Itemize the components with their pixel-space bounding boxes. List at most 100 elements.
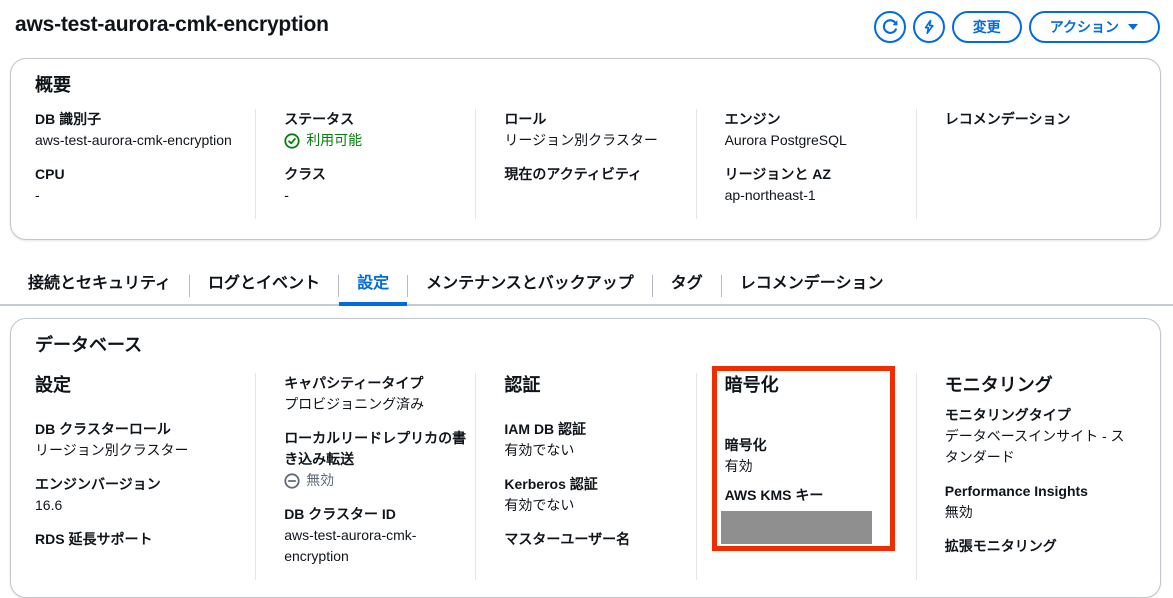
field-master-username: マスターユーザー名 xyxy=(504,529,695,550)
overview-panel: 概要 DB 識別子 aws-test-aurora-cmk-encryption… xyxy=(10,58,1161,240)
status-text: 利用可能 xyxy=(306,132,363,148)
field-current-activity: 現在のアクティビティ xyxy=(504,164,695,185)
field-value: aws-test-aurora-cmk-encryption xyxy=(35,132,232,148)
disabled-minus-icon xyxy=(284,472,300,489)
field-kerberos-auth: Kerberos 認証 有効でない xyxy=(504,474,695,516)
field-label: DB 識別子 xyxy=(35,111,102,127)
field-label: RDS 延長サポート xyxy=(35,531,153,547)
field-label: DB クラスター ID xyxy=(284,506,396,522)
overview-columns: DB 識別子 aws-test-aurora-cmk-encryption CP… xyxy=(35,109,1136,219)
tab-logs-events[interactable]: ログとイベント xyxy=(190,266,338,306)
field-label: レコメンデーション xyxy=(944,111,1071,127)
tab-tags[interactable]: タグ xyxy=(653,266,721,306)
database-heading: データベース xyxy=(35,335,143,355)
field-label: クラス xyxy=(284,166,326,182)
overview-col-engine: エンジン Aurora PostgreSQL リージョンと AZ ap-nort… xyxy=(695,109,916,219)
field-capacity-type: キャパシティータイプ プロビジョニング済み xyxy=(284,373,475,415)
database-panel: データベース 設定 DB クラスターロール リージョン別クラスター エンジンバー… xyxy=(10,318,1161,598)
field-label: ロール xyxy=(504,111,547,127)
field-region-az: リージョンと AZ ap-northeast-1 xyxy=(725,164,916,206)
disabled-text: 無効 xyxy=(306,472,335,488)
tab-configuration[interactable]: 設定 xyxy=(339,266,408,306)
overview-col-identifier: DB 識別子 aws-test-aurora-cmk-encryption CP… xyxy=(35,109,255,219)
field-label: キャパシティータイプ xyxy=(284,375,424,391)
field-value: リージョン別クラスター xyxy=(35,442,189,458)
field-value: ap-northeast-1 xyxy=(724,187,816,203)
field-value: プロビジョニング済み xyxy=(284,396,425,412)
overview-heading: 概要 xyxy=(35,75,71,95)
encryption-heading: 暗号化 xyxy=(724,375,779,395)
field-cluster-role: DB クラスターロール リージョン別クラスター xyxy=(35,419,255,461)
tab-connectivity-security[interactable]: 接続とセキュリティ xyxy=(10,266,189,306)
boost-button[interactable] xyxy=(912,11,945,43)
field-label: AWS KMS キー xyxy=(724,487,824,503)
success-check-icon xyxy=(284,132,300,149)
field-value: - xyxy=(35,187,40,203)
refresh-button[interactable] xyxy=(873,11,906,43)
db-col-settings: 設定 DB クラスターロール リージョン別クラスター エンジンバージョン 16.… xyxy=(35,373,255,580)
field-label: 暗号化 xyxy=(724,437,767,453)
db-col-monitoring: モニタリング モニタリングタイプ データベースインサイト - スタンダード Pe… xyxy=(915,373,1136,580)
field-label: Kerberos 認証 xyxy=(504,476,598,492)
field-label: エンジンバージョン xyxy=(35,476,161,492)
field-value: データベースインサイト - スタンダード xyxy=(944,428,1125,465)
field-value: リージョン別クラスター xyxy=(504,132,658,148)
field-label: ステータス xyxy=(284,111,355,127)
disabled-status: 無効 xyxy=(284,470,475,491)
actions-button[interactable]: アクション xyxy=(1028,11,1160,43)
field-value: 無効 xyxy=(944,504,973,520)
field-label: リージョンと AZ xyxy=(724,166,831,182)
overview-col-recommendations: レコメンデーション xyxy=(915,109,1136,219)
field-value: 有効でない xyxy=(504,442,575,458)
field-label: 現在のアクティビティ xyxy=(504,166,643,182)
field-value: aws-test-aurora-cmk-encryption xyxy=(284,527,417,564)
tab-maintenance-backups[interactable]: メンテナンスとバックアップ xyxy=(408,266,652,306)
field-label: 拡張モニタリング xyxy=(944,538,1057,554)
field-enhanced-monitoring: 拡張モニタリング xyxy=(945,536,1136,557)
overview-col-status: ステータス 利用可能 クラス - xyxy=(255,109,475,219)
settings-heading: 設定 xyxy=(35,375,71,395)
field-iam-db-auth: IAM DB 認証 有効でない xyxy=(504,419,695,461)
page-title: aws-test-aurora-cmk-encryption xyxy=(15,13,329,36)
modify-button[interactable]: 変更 xyxy=(951,11,1022,43)
field-value: 有効でない xyxy=(504,497,575,513)
db-col-capacity: キャパシティータイプ プロビジョニング済み ローカルリードレプリカの書き込み転送… xyxy=(255,373,475,580)
header-actions: 変更 アクション xyxy=(873,11,1160,43)
field-label: マスターユーザー名 xyxy=(504,531,631,547)
field-engine: エンジン Aurora PostgreSQL xyxy=(725,109,916,151)
field-class: クラス - xyxy=(284,164,475,206)
overview-col-role: ロール リージョン別クラスター 現在のアクティビティ xyxy=(475,109,695,219)
field-aws-kms-key: AWS KMS キー xyxy=(720,485,916,544)
field-db-identifier: DB 識別子 aws-test-aurora-cmk-encryption xyxy=(35,109,255,151)
field-engine-version: エンジンバージョン 16.6 xyxy=(35,474,255,516)
authentication-heading: 認証 xyxy=(504,375,541,395)
field-label: Performance Insights xyxy=(944,483,1088,499)
field-encryption: 暗号化 有効 xyxy=(725,435,916,477)
field-value: 16.6 xyxy=(35,497,63,513)
lightning-icon xyxy=(921,19,937,35)
field-label: モニタリングタイプ xyxy=(944,407,1071,423)
field-label: ローカルリードレプリカの書き込み転送 xyxy=(284,430,467,467)
field-db-cluster-id: DB クラスター ID aws-test-aurora-cmk-encrypti… xyxy=(284,504,475,567)
kms-key-redacted-value xyxy=(720,511,872,544)
field-value: 有効 xyxy=(724,458,753,474)
actions-button-label: アクション xyxy=(1049,19,1119,35)
refresh-icon xyxy=(881,18,899,36)
status-badge: 利用可能 xyxy=(284,130,475,151)
field-label: DB クラスターロール xyxy=(35,421,171,437)
field-role: ロール リージョン別クラスター xyxy=(504,109,695,151)
db-col-encryption: 暗号化 暗号化 有効 AWS KMS キー xyxy=(695,373,916,580)
field-local-write-forwarding: ローカルリードレプリカの書き込み転送 無効 xyxy=(284,428,475,491)
field-recommendations: レコメンデーション xyxy=(945,109,1136,130)
field-label: IAM DB 認証 xyxy=(504,421,587,437)
monitoring-heading: モニタリング xyxy=(944,375,1053,395)
modify-button-label: 変更 xyxy=(972,19,1001,35)
tab-recommendations[interactable]: レコメンデーション xyxy=(722,266,902,306)
field-label: CPU xyxy=(35,166,65,182)
field-monitoring-type: モニタリングタイプ データベースインサイト - スタンダード xyxy=(945,405,1136,468)
field-rds-extended-support: RDS 延長サポート xyxy=(35,529,255,550)
tab-bar: 接続とセキュリティ ログとイベント 設定 メンテナンスとバックアップ タグ レコ… xyxy=(10,266,901,306)
field-value: Aurora PostgreSQL xyxy=(724,132,847,148)
field-label: エンジン xyxy=(724,111,781,127)
db-col-authentication: 認証 IAM DB 認証 有効でない Kerberos 認証 有効でない マスタ… xyxy=(475,373,695,580)
